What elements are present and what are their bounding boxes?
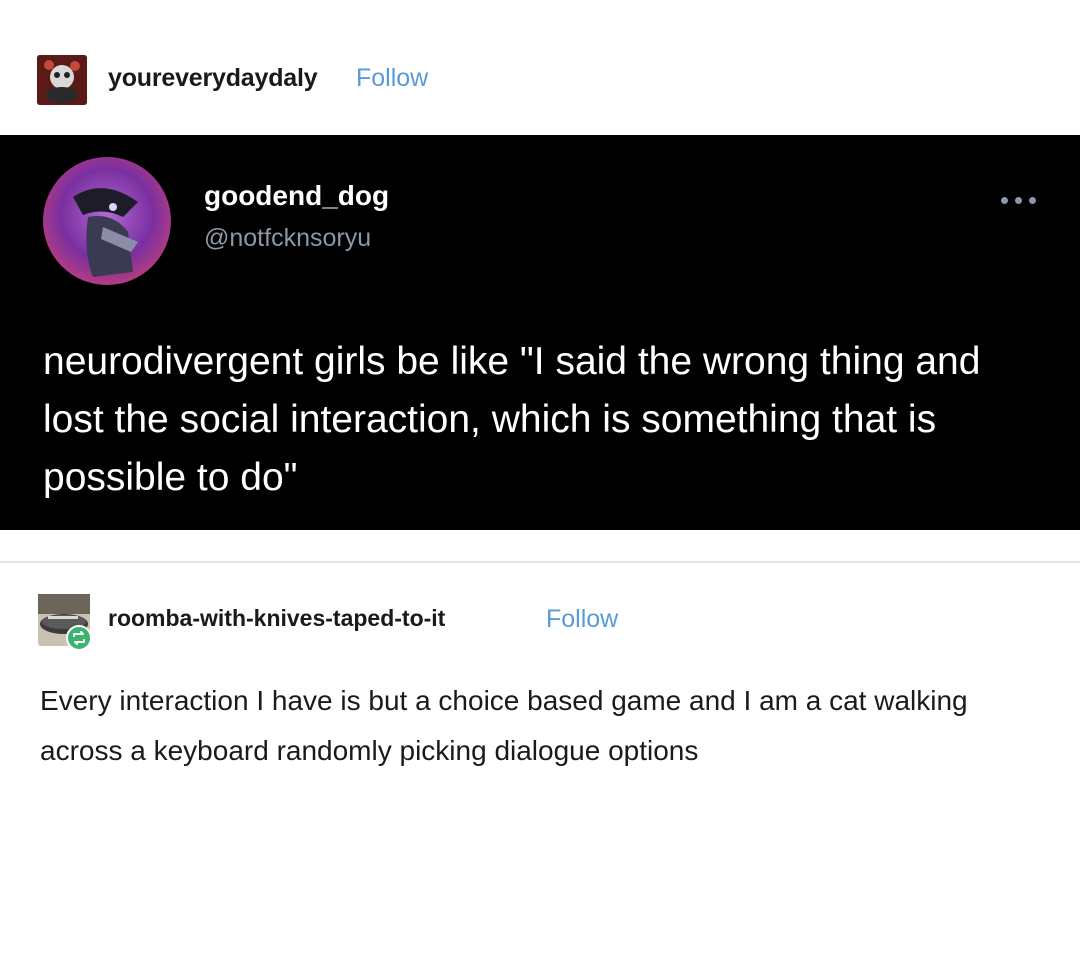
reblog-text: Every interaction I have is but a choice…: [40, 685, 968, 766]
more-options-icon[interactable]: [997, 189, 1041, 209]
user-avatar-icon[interactable]: [37, 55, 87, 105]
reblog-follow-button[interactable]: Follow: [546, 605, 618, 634]
reblog-username[interactable]: roomba-with-knives-taped-to-it: [108, 605, 445, 632]
tweet-card: goodend_dog @notfcknsoryu neurodivergent…: [0, 135, 1080, 530]
tweet-avatar[interactable]: [43, 157, 171, 285]
tweet-text: neurodivergent girls be like "I said the…: [43, 340, 981, 499]
reblog-header: youreverydaydaly Follow: [0, 0, 1080, 135]
reblogger-avatar[interactable]: [38, 594, 92, 651]
reblog-icon: [66, 625, 92, 651]
tweet-handle[interactable]: @notfcknsoryu: [204, 224, 371, 253]
tweet-display-name[interactable]: goodend_dog: [204, 180, 389, 212]
divider: [0, 561, 1080, 563]
reblogger-username[interactable]: youreverydaydaly: [108, 64, 318, 93]
follow-button[interactable]: Follow: [356, 64, 428, 93]
